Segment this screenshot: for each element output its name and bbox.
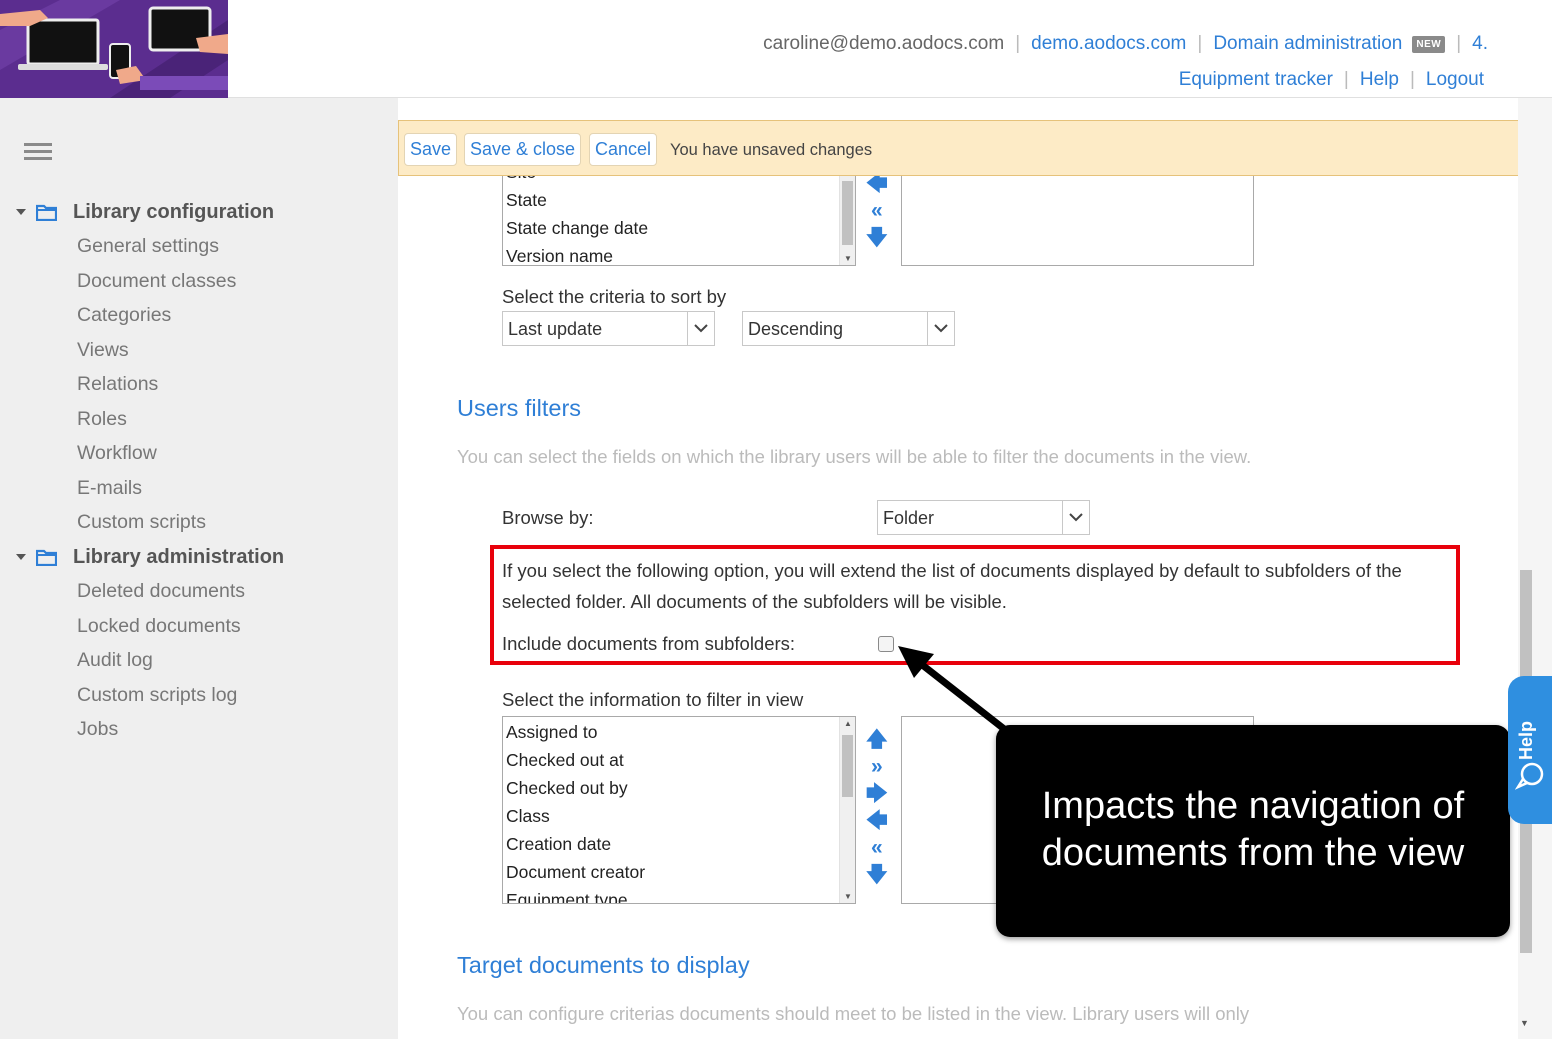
- logout-link[interactable]: Logout: [1426, 69, 1484, 91]
- filter-available-listbox[interactable]: Assigned to Checked out at Checked out b…: [502, 716, 856, 904]
- separator: |: [1343, 69, 1349, 90]
- arrow-right-icon[interactable]: 🡆: [866, 780, 888, 807]
- caret-down-icon: [16, 554, 26, 560]
- app-logo[interactable]: [0, 0, 228, 98]
- sidebar-item-relations[interactable]: Relations: [77, 373, 158, 396]
- sort-order-select[interactable]: Descending: [742, 311, 955, 346]
- target-documents-heading: Target documents to display: [457, 952, 750, 978]
- hamburger-menu-icon[interactable]: [24, 143, 52, 161]
- domain-link[interactable]: demo.aodocs.com: [1031, 33, 1186, 55]
- list-option[interactable]: Document creator: [503, 858, 839, 886]
- callout-line-1: Impacts the navigation of: [1041, 785, 1465, 827]
- domain-administration-link[interactable]: Domain administration: [1213, 33, 1402, 55]
- chevron-down-icon: [1062, 501, 1089, 534]
- help-side-tab[interactable]: Help: [1508, 676, 1552, 824]
- callout-line-2: documents from the view: [1041, 832, 1465, 874]
- sidebar-item-views[interactable]: Views: [77, 339, 129, 362]
- chat-bubble-icon: [1515, 762, 1544, 790]
- save-button[interactable]: Save: [404, 133, 458, 166]
- devices-illustration: [0, 0, 228, 98]
- arrow-up-icon[interactable]: 🡅: [866, 726, 888, 753]
- sidebar-section-library-administration[interactable]: Library administration: [16, 544, 284, 570]
- sort-criteria-label: Select the criteria to sort by: [502, 286, 727, 307]
- sort-field-select[interactable]: Last update: [502, 311, 715, 346]
- caret-down-icon: [16, 209, 26, 215]
- unsaved-changes-message: You have unsaved changes: [670, 141, 873, 159]
- include-subfolders-label: Include documents from subfolders:: [502, 633, 796, 654]
- cancel-button[interactable]: Cancel: [589, 133, 658, 166]
- save-and-close-button[interactable]: Save & close: [464, 133, 582, 166]
- list-option[interactable]: Class: [503, 802, 839, 830]
- help-link[interactable]: Help: [1360, 69, 1399, 91]
- double-arrow-left-icon[interactable]: «: [871, 197, 883, 224]
- separator: |: [1015, 33, 1021, 54]
- double-arrow-right-icon[interactable]: »: [871, 753, 883, 780]
- separator: |: [1409, 69, 1415, 90]
- list-option[interactable]: Version name: [503, 242, 839, 265]
- sidebar-item-jobs[interactable]: Jobs: [77, 718, 118, 741]
- scroll-down-arrow-icon[interactable]: ▼: [1520, 1018, 1529, 1028]
- sidebar-section-library-configuration[interactable]: Library configuration: [16, 199, 274, 225]
- list-option[interactable]: Assigned to: [503, 718, 839, 746]
- unsaved-changes-toolbar: Save Save & close Cancel You have unsave…: [398, 120, 1535, 176]
- chevron-down-icon: [927, 312, 954, 345]
- sidebar-section-title: Library administration: [73, 545, 285, 568]
- users-filters-description: You can select the fields on which the l…: [457, 446, 1252, 467]
- annotation-arrow-icon: [898, 646, 1011, 735]
- folder-icon: [36, 549, 57, 566]
- user-email: caroline@demo.aodocs.com: [763, 33, 1005, 54]
- list-option[interactable]: Checked out at: [503, 746, 839, 774]
- header-links-row2: Equipment tracker | Help | Logout: [1179, 69, 1484, 91]
- double-arrow-left-icon[interactable]: «: [871, 834, 883, 861]
- sidebar: Library configuration General settings D…: [0, 98, 398, 1039]
- browse-by-select[interactable]: Folder: [877, 500, 1090, 535]
- sort-field-value: Last update: [508, 319, 603, 339]
- list-option[interactable]: Equipment type: [503, 886, 839, 903]
- sort-order-value: Descending: [748, 319, 844, 339]
- subfolders-info-text: If you select the following option, you …: [502, 560, 1402, 612]
- list-option[interactable]: Creation date: [503, 830, 839, 858]
- sidebar-item-document-classes[interactable]: Document classes: [77, 270, 236, 293]
- filter-move-arrows: 🡅 » 🡆 🡄 « 🡇: [866, 726, 888, 888]
- chevron-down-icon: [687, 312, 714, 345]
- arrow-down-icon[interactable]: 🡇: [866, 861, 888, 888]
- list-option[interactable]: State: [503, 186, 839, 214]
- sidebar-item-deleted-documents[interactable]: Deleted documents: [77, 580, 245, 603]
- version-link[interactable]: 4.: [1472, 33, 1488, 55]
- target-documents-description: You can configure criterias documents sh…: [457, 1003, 1250, 1024]
- sidebar-item-categories[interactable]: Categories: [77, 304, 171, 327]
- help-tab-label: Help: [1516, 720, 1536, 760]
- users-filters-heading: Users filters: [457, 395, 582, 421]
- sidebar-item-roles[interactable]: Roles: [77, 408, 127, 431]
- annotation-callout: Impacts the navigation of documents from…: [996, 725, 1510, 937]
- sidebar-item-workflow[interactable]: Workflow: [77, 442, 157, 465]
- sidebar-item-custom-scripts[interactable]: Custom scripts: [77, 511, 206, 534]
- sidebar-item-custom-scripts-log[interactable]: Custom scripts log: [77, 684, 237, 707]
- sidebar-item-audit-log[interactable]: Audit log: [77, 649, 153, 672]
- list-option[interactable]: State change date: [503, 214, 839, 242]
- list-option[interactable]: Checked out by: [503, 774, 839, 802]
- column-move-arrows: 🡄 « 🡇: [866, 170, 888, 251]
- arrow-left-icon[interactable]: 🡄: [866, 807, 888, 834]
- browse-by-label: Browse by:: [502, 507, 594, 528]
- listbox-scrollbar[interactable]: ▲ ▼: [839, 717, 855, 903]
- sidebar-item-emails[interactable]: E-mails: [77, 477, 142, 500]
- arrow-down-icon[interactable]: 🡇: [866, 224, 888, 251]
- sidebar-item-locked-documents[interactable]: Locked documents: [77, 615, 241, 638]
- sidebar-section-title: Library configuration: [73, 200, 275, 223]
- top-header: caroline@demo.aodocs.com | demo.aodocs.c…: [228, 0, 1552, 98]
- new-badge: NEW: [1412, 35, 1446, 53]
- browse-by-value: Folder: [883, 508, 935, 528]
- separator: |: [1197, 33, 1203, 54]
- folder-icon: [36, 204, 57, 221]
- separator: |: [1456, 33, 1462, 54]
- equipment-tracker-link[interactable]: Equipment tracker: [1179, 69, 1333, 91]
- header-links-row1: caroline@demo.aodocs.com | demo.aodocs.c…: [763, 33, 1488, 55]
- sidebar-item-general-settings[interactable]: General settings: [77, 235, 219, 258]
- filter-info-label: Select the information to filter in view: [502, 689, 804, 710]
